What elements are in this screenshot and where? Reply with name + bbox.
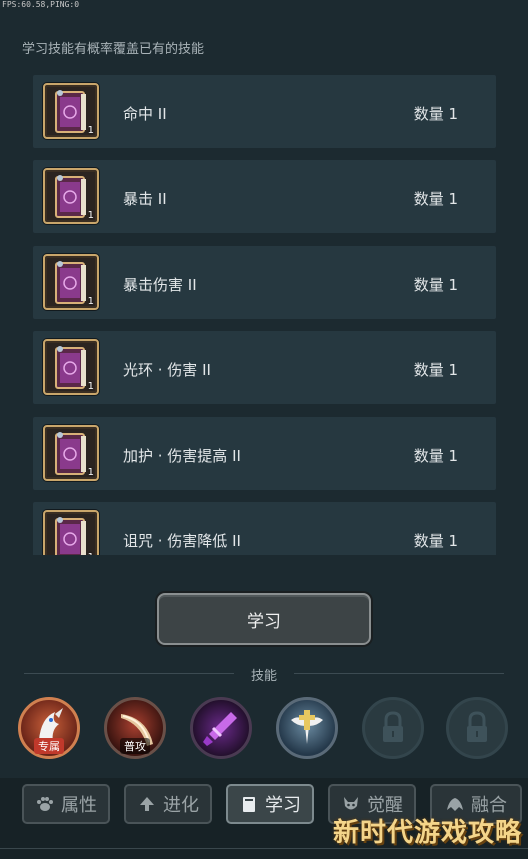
skill-book-slot[interactable]: 1 [43,339,99,395]
skill-book-icon [55,261,86,304]
tab-attributes[interactable]: 属性 [22,784,110,824]
item-count: 1 [87,125,94,136]
item-count: 1 [87,296,94,307]
skill-book-name: 命中 II [123,105,167,123]
item-count: 1 [87,210,94,221]
skill-book-quantity: 数量 1 [413,190,458,208]
tab-learn[interactable]: 学习 [226,784,314,824]
tab-label: 进化 [163,795,199,816]
skill-book-quantity: 数量 1 [413,276,458,294]
skill-book-slot[interactable]: 1 [43,83,99,139]
skill-book-slot[interactable]: 1 [43,254,99,310]
skill-book-quantity: 数量 1 [413,532,458,550]
skill-slot-4[interactable] [276,697,338,759]
skill-book-name: 诅咒 · 伤害降低 II [123,532,241,550]
item-count: 1 [87,467,94,478]
skill-book-name: 暴击伤害 II [123,276,197,294]
holy-cross-skill-icon [291,710,323,744]
watermark-text: 新时代游戏攻略 [332,818,522,848]
purple-sword-skill-icon [203,712,237,746]
tab-label: 属性 [61,795,97,816]
skill-book-slot[interactable]: 1 [43,425,99,481]
lock-icon [383,711,403,742]
skill-book-name: 加护 · 伤害提高 II [123,447,241,465]
tab-evolve[interactable]: 进化 [124,784,212,824]
skill-slot-normal-attack[interactable]: 普攻 [104,697,166,759]
skill-book-row[interactable]: 1 命中 II 数量 1 [33,75,496,148]
skill-book-icon [55,90,86,133]
skill-book-row[interactable]: 1 加护 · 伤害提高 II 数量 1 [33,417,496,490]
beast-icon [447,798,463,811]
skill-book-row[interactable]: 1 光环 · 伤害 II 数量 1 [33,331,496,404]
skill-book-slot[interactable]: 1 [43,510,99,555]
skill-book-list[interactable]: 1 命中 II 数量 1 1 暴击 II 数量 1 1 暴击伤害 II 数量 1… [33,75,496,555]
normal-attack-tag: 普攻 [120,738,150,754]
item-count: 1 [88,552,94,555]
demon-icon [344,797,358,810]
paw-icon [37,797,53,811]
skill-slot-3[interactable] [190,697,252,759]
tab-label: 学习 [265,795,301,816]
skill-book-quantity: 数量 1 [413,361,458,379]
up-arrow-icon [140,797,154,811]
skill-book-row[interactable]: 1 暴击伤害 II 数量 1 [33,246,496,319]
skill-book-row[interactable]: 1 诅咒 · 伤害降低 II 数量 1 [33,502,496,555]
lock-icon [467,711,487,742]
skill-book-name: 暴击 II [123,190,167,208]
skill-book-name: 光环 · 伤害 II [123,361,211,379]
skill-book-row[interactable]: 1 暴击 II 数量 1 [33,160,496,233]
skill-book-quantity: 数量 1 [413,447,458,465]
skill-book-icon [55,432,86,475]
learn-button[interactable]: 学习 [157,593,371,645]
skill-slot-exclusive[interactable]: 专属 [18,697,80,759]
exclusive-tag: 专属 [34,738,64,754]
skill-book-icon [55,175,86,218]
skill-book-icon [55,346,86,389]
item-count: 1 [87,381,94,392]
learn-hint-text: 学习技能有概率覆盖已有的技能 [22,42,205,57]
skill-slot-locked[interactable] [446,697,508,759]
skill-book-quantity: 数量 1 [413,105,458,123]
fps-readout: FPS:60.58,PING:0 [2,0,80,9]
skill-book-slot[interactable]: 1 [43,168,99,224]
skill-slot-locked[interactable] [362,697,424,759]
book-icon [243,797,255,812]
skills-section-label: 技能 [250,669,277,684]
skill-book-icon [55,517,86,555]
